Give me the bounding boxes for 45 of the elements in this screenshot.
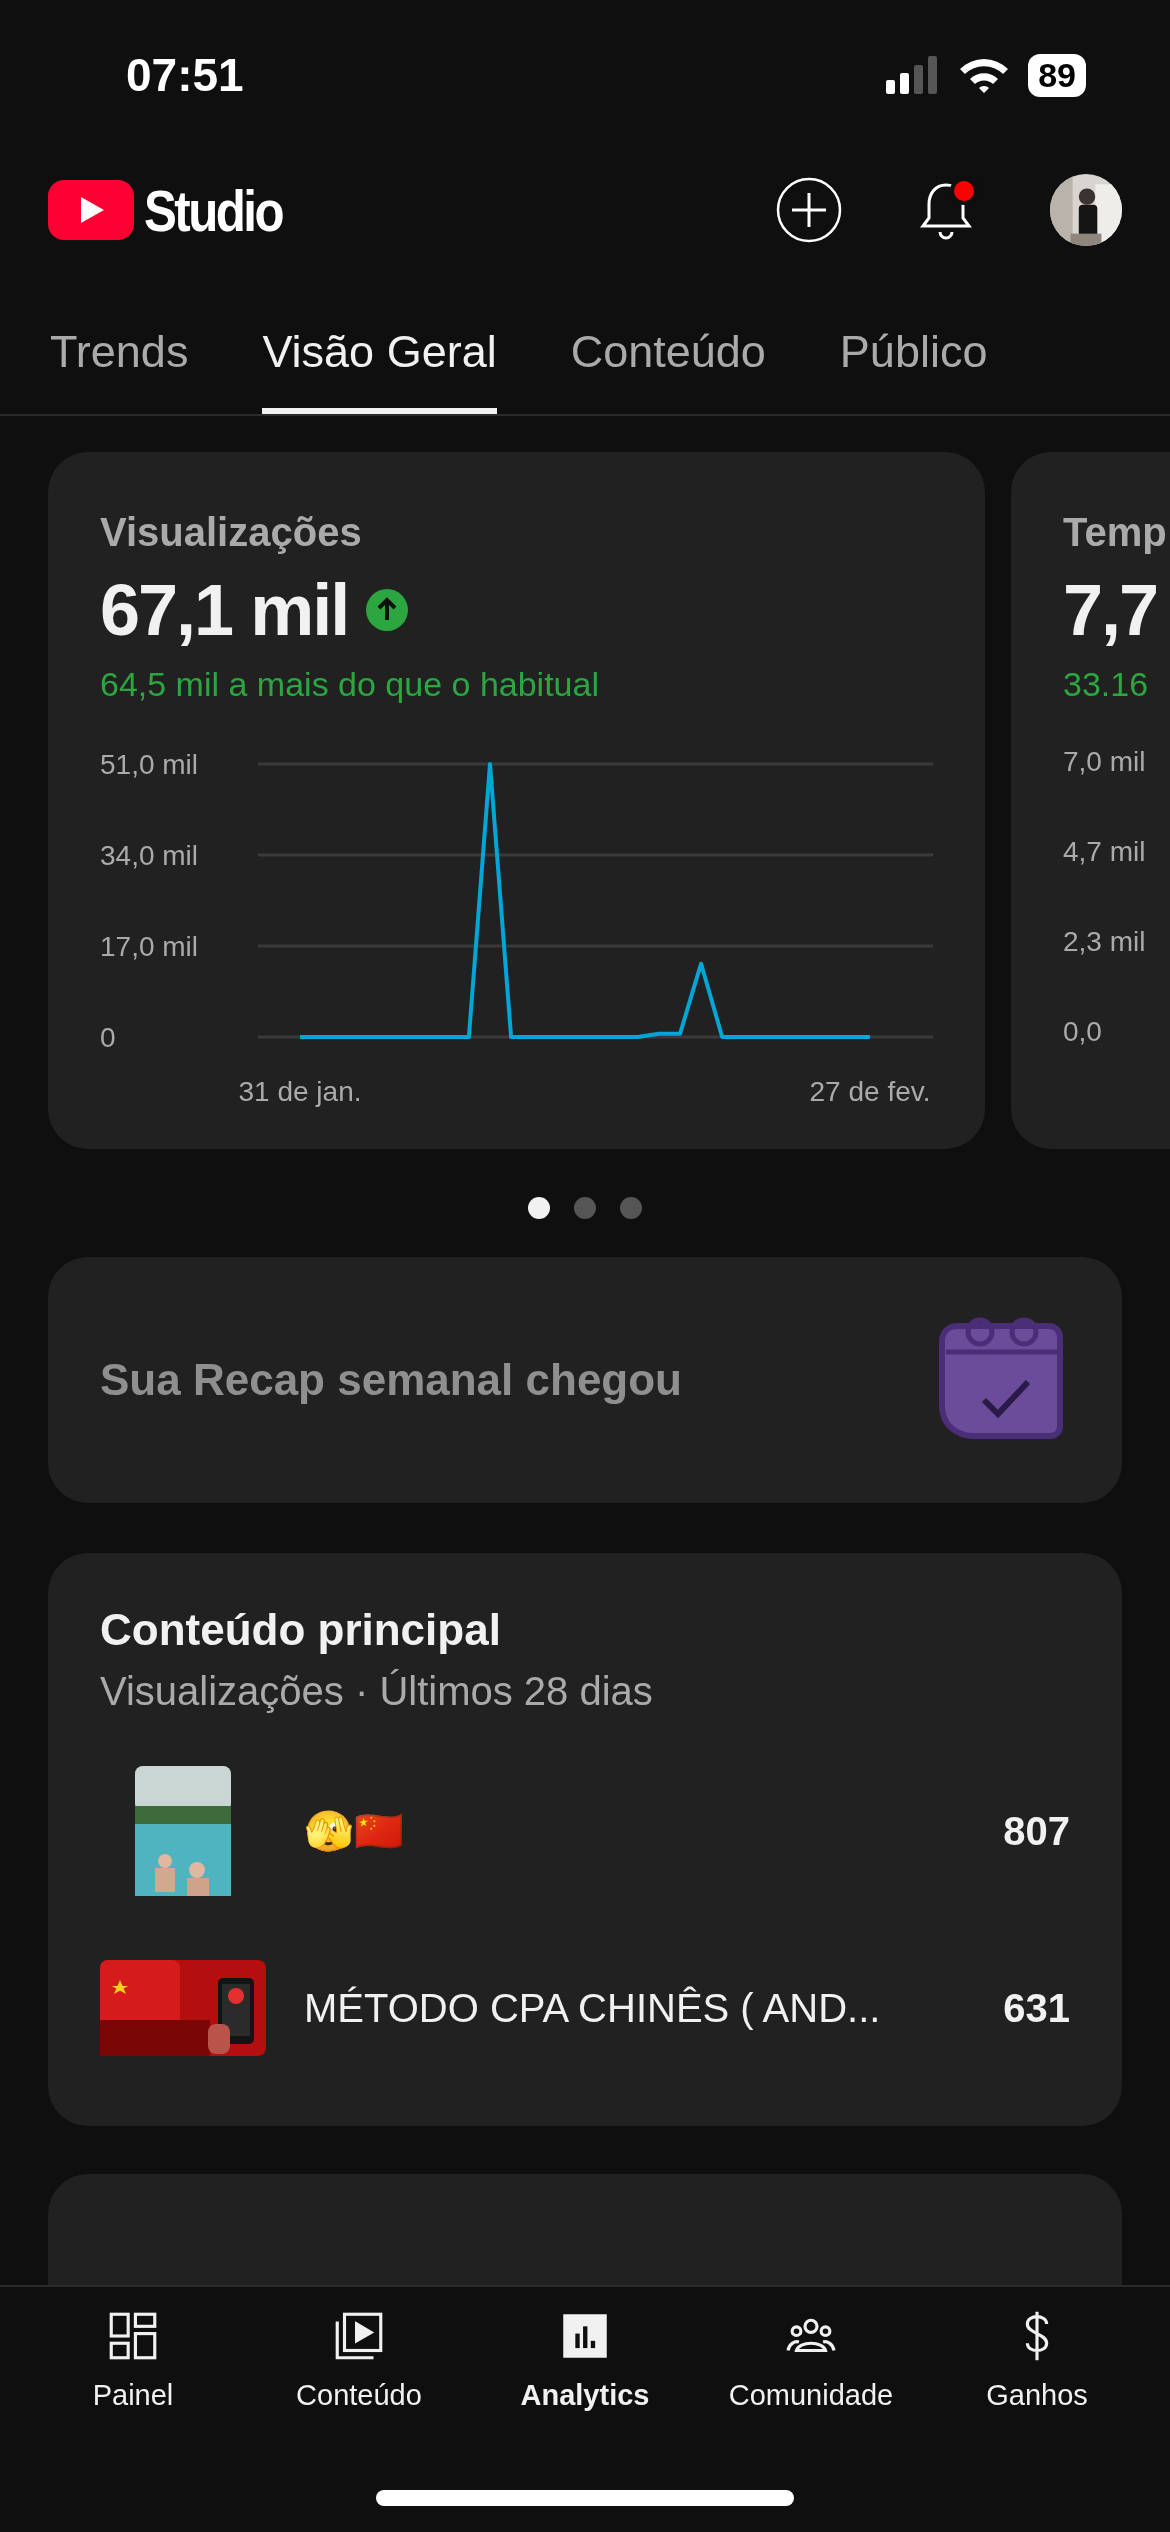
battery-level: 89	[1028, 53, 1086, 97]
axis-label: 27 de fev.	[809, 1076, 931, 1107]
axis-label: 17,0 mil	[100, 931, 199, 962]
axis-label: 2,3 mil	[1063, 926, 1147, 958]
arrow-up-icon	[366, 589, 409, 631]
section-subtitle: Visualizações · Últimos 28 dias	[100, 1669, 654, 1714]
axis-label: 7,0 mil	[1063, 746, 1147, 778]
tab[interactable]: Trends	[50, 296, 189, 414]
card-title: Visualizações	[100, 510, 363, 555]
nav-item[interactable]: Ganhos	[932, 2307, 1142, 2412]
content-row[interactable]: MÉTODO CPA CHINÊS ( AND... 631	[100, 1960, 1070, 2056]
card-title: Temp	[1063, 510, 1168, 555]
video-title: 🫣🇨🇳	[304, 1807, 405, 1855]
page-dot[interactable]	[574, 1197, 596, 1219]
axis-label: 4,7 mil	[1063, 836, 1147, 868]
view-count: 631	[1003, 1985, 1070, 2031]
content-row[interactable]: 🫣🇨🇳 807	[100, 1766, 1070, 1896]
logo-text: Studio	[144, 176, 283, 244]
nav-item[interactable]: Conteúdo	[254, 2307, 464, 2412]
metric-value: 7,7	[1063, 569, 1158, 651]
page-dot[interactable]	[620, 1197, 642, 1219]
comparison-text: 64,5 mil a mais do que o habitual	[100, 665, 600, 704]
axis-label: 0,0	[1063, 1016, 1103, 1048]
status-time: 07:51	[126, 48, 244, 102]
metric-value: 67,1 mil	[100, 569, 349, 651]
axis-label: 31 de jan.	[238, 1076, 362, 1107]
comparison-text: 33.16	[1063, 665, 1150, 704]
page-dot[interactable]	[528, 1197, 550, 1219]
play-logo-icon	[48, 180, 134, 240]
tab[interactable]: Público	[839, 296, 988, 414]
recap-text: Sua Recap semanal chegou	[100, 1355, 682, 1405]
tab[interactable]: Conteúdo	[570, 296, 766, 414]
nav-item[interactable]: Comunidade	[706, 2307, 916, 2412]
nav-item[interactable]: Painel	[28, 2307, 238, 2412]
wifi-icon	[958, 56, 1011, 94]
section-title: Conteúdo principal	[100, 1605, 502, 1655]
axis-label: 0	[100, 1022, 116, 1053]
video-title: MÉTODO CPA CHINÊS ( AND...	[304, 1985, 882, 2031]
create-button[interactable]	[776, 177, 842, 243]
tab[interactable]: Visão Geral	[262, 296, 497, 414]
nav-item[interactable]: Analytics	[480, 2307, 690, 2412]
recap-card[interactable]: Sua Recap semanal chegou	[48, 1257, 1122, 1503]
view-count: 807	[1003, 1808, 1070, 1854]
axis-label: 51,0 mil	[100, 749, 199, 780]
axis-label: 34,0 mil	[100, 840, 199, 871]
